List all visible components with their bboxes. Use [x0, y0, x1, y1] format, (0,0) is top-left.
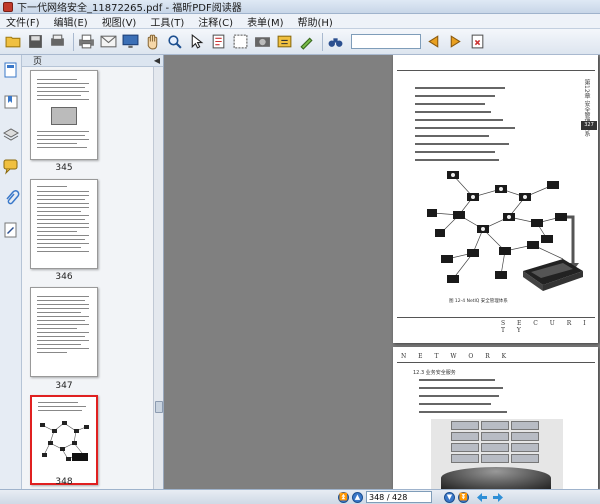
next-match-icon[interactable] — [446, 32, 465, 51]
thumbnail-page-348[interactable] — [30, 395, 98, 485]
snapshot-icon[interactable] — [231, 32, 250, 51]
document-view[interactable]: 第12章 安全管理体系 327 图 12-4 NetIQ 安全管理体系 S E … — [164, 55, 600, 489]
fullscreen-icon[interactable] — [121, 32, 140, 51]
back-arrow-icon[interactable] — [476, 492, 488, 503]
select-arrow-icon[interactable] — [187, 32, 206, 51]
menu-view[interactable]: 视图(V) — [102, 14, 137, 29]
text-select-icon[interactable] — [209, 32, 228, 51]
thumbnail-scrollbar-thumb[interactable] — [155, 401, 163, 413]
network-diagram-figure — [413, 167, 583, 292]
figure-caption: 图 12-4 NetIQ 安全管理体系 — [449, 299, 508, 304]
print-preview-icon[interactable] — [48, 32, 67, 51]
forward-arrow-icon[interactable] — [492, 492, 504, 503]
signature-icon[interactable] — [2, 221, 20, 239]
highlight-icon[interactable] — [297, 32, 316, 51]
comments-icon[interactable] — [2, 157, 20, 175]
thumbnail-page-347[interactable] — [30, 287, 98, 377]
print-icon[interactable] — [77, 32, 96, 51]
first-page-button[interactable]: ⏫ — [338, 492, 349, 503]
app-icon — [3, 1, 13, 12]
services-figure — [431, 419, 563, 489]
thumbnail-page-345[interactable] — [30, 70, 98, 160]
thumbnail-scrollbar[interactable] — [153, 67, 163, 489]
menu-help[interactable]: 帮助(H) — [298, 14, 333, 29]
thumbnail-label: 348 — [55, 477, 73, 487]
page-number-tab: 327 — [581, 121, 597, 130]
hand-tool-icon[interactable] — [143, 32, 162, 51]
page-footer-word: S E C U R I T Y — [501, 320, 591, 334]
binoculars-icon[interactable] — [326, 32, 345, 51]
menu-comment[interactable]: 注释(C) — [198, 14, 233, 29]
page-header-word: N E T W O R K — [401, 353, 512, 360]
bookmarks-icon[interactable] — [2, 93, 20, 111]
thumbnail-header: 页 ◀ — [22, 55, 163, 67]
status-bar: ⏫ ▲ 348 / 428 ▼ ⏬ — [0, 489, 600, 504]
thumbnail-header-label: 页 — [33, 57, 43, 67]
last-page-button[interactable]: ⏬ — [458, 492, 469, 503]
toolbar-separator — [73, 32, 74, 51]
thumbnail-label: 345 — [55, 163, 73, 173]
thumbnail-label: 347 — [55, 381, 73, 391]
menu-edit[interactable]: 编辑(E) — [54, 14, 88, 29]
thumbnail-list: 345 346 347 348 — [22, 67, 154, 489]
next-page-button[interactable]: ▼ — [444, 492, 455, 503]
menu-form[interactable]: 表单(M) — [247, 14, 283, 29]
menu-file[interactable]: 文件(F) — [6, 14, 40, 29]
pages-panel-icon[interactable] — [2, 61, 20, 79]
window-title: 下一代网络安全_11872265.pdf - 福昕PDF阅读器 — [17, 3, 242, 14]
thumbnail-panel: 页 ◀ 345 346 347 348 — [22, 55, 164, 489]
document-page: 第12章 安全管理体系 327 图 12-4 NetIQ 安全管理体系 S E … — [393, 55, 598, 343]
email-icon[interactable] — [99, 32, 118, 51]
document-page: N E T W O R K 12.3 业务安全服务 — [393, 347, 598, 489]
toolbar — [0, 29, 600, 55]
zoom-icon[interactable] — [165, 32, 184, 51]
layers-icon[interactable] — [2, 125, 20, 143]
open-folder-icon[interactable] — [4, 32, 23, 51]
typewriter-icon[interactable] — [275, 32, 294, 51]
thumbnail-page-346[interactable] — [30, 179, 98, 269]
toolbar-separator — [322, 32, 323, 51]
previous-page-button[interactable]: ▲ — [352, 492, 363, 503]
menu-bar: 文件(F) 编辑(E) 视图(V) 工具(T) 注释(C) 表单(M) 帮助(H… — [0, 14, 600, 29]
collapse-panel-icon[interactable]: ◀ — [154, 56, 160, 65]
navigation-strip — [0, 55, 22, 489]
attachments-icon[interactable] — [2, 189, 20, 207]
page-number-input[interactable]: 348 / 428 — [366, 491, 432, 503]
prev-match-icon[interactable] — [424, 32, 443, 51]
search-input[interactable] — [351, 34, 421, 49]
menu-tools[interactable]: 工具(T) — [150, 14, 184, 29]
save-icon[interactable] — [26, 32, 45, 51]
clear-search-icon[interactable] — [468, 32, 487, 51]
camera-icon[interactable] — [253, 32, 272, 51]
title-bar: 下一代网络安全_11872265.pdf - 福昕PDF阅读器 — [0, 0, 600, 14]
thumbnail-label: 346 — [55, 272, 73, 282]
section-heading: 12.3 业务安全服务 — [413, 370, 456, 376]
